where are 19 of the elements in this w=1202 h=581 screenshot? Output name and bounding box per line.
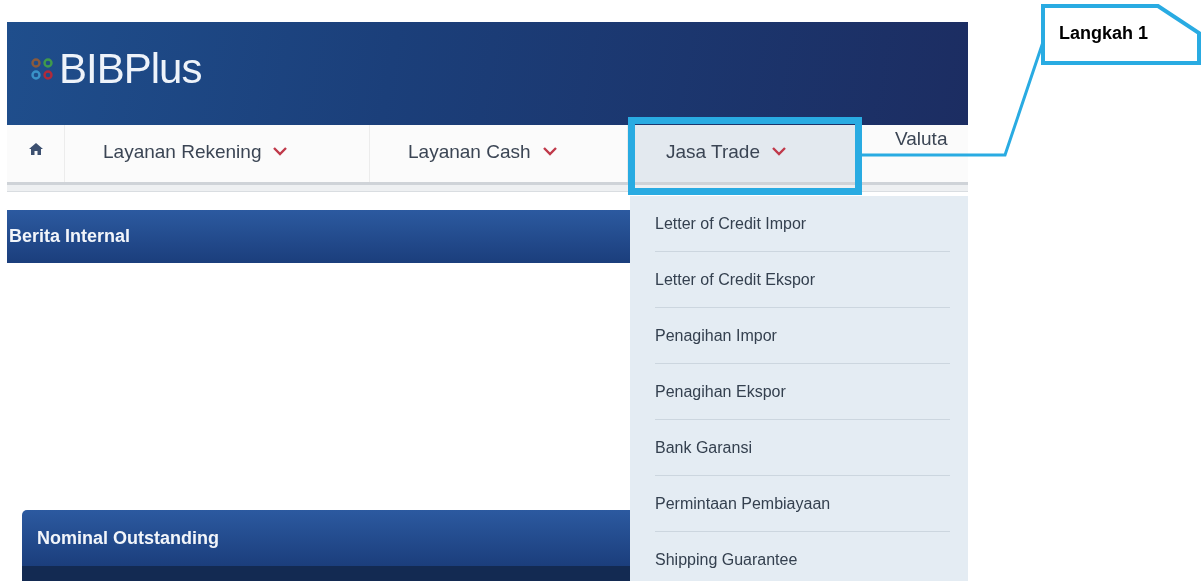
nav-menu-item[interactable]: Layanan Cash (370, 125, 628, 182)
chevron-down-icon (542, 147, 557, 156)
dropdown-item[interactable]: Penagihan Impor (655, 308, 950, 364)
dropdown-item[interactable]: Letter of Credit Ekspor (655, 252, 950, 308)
panel-title: Nominal Outstanding (37, 527, 219, 549)
callout-label: Langkah 1 (1059, 23, 1149, 44)
panel-title: Berita Internal (9, 226, 131, 247)
dropdown-item[interactable]: Letter of Credit Impor (655, 196, 950, 252)
dropdown-item[interactable]: Shipping Guarantee (655, 532, 950, 581)
nav-menu-item[interactable]: Valuta (862, 125, 968, 182)
logo-text: BIBPlus (59, 44, 202, 93)
chevron-down-icon (273, 147, 288, 156)
dropdown-item[interactable]: Penagihan Ekspor (655, 364, 950, 420)
home-icon (28, 142, 43, 155)
dropdown-item[interactable]: Bank Garansi (655, 420, 950, 476)
nav-menu-item[interactable]: Layanan Rekening (65, 125, 370, 182)
logo-dots-icon (31, 57, 53, 80)
chevron-down-icon (772, 147, 786, 156)
dropdown-item[interactable]: Permintaan Pembiayaan (655, 476, 950, 532)
